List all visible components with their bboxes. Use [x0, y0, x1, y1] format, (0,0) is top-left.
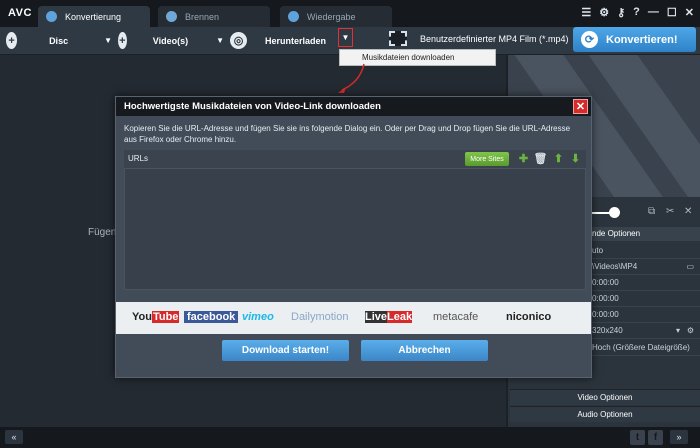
setting-row[interactable]: uto	[590, 243, 700, 259]
tab-wiedergabe[interactable]: Wiedergabe	[280, 6, 392, 27]
gear-icon[interactable]: ⚙	[687, 323, 694, 339]
folder-icon[interactable]: ▭	[686, 259, 694, 275]
settings-header: nde Optionen	[590, 227, 700, 241]
setting-row[interactable]: 0:00:00	[590, 275, 700, 291]
profile-label: Benutzerdefinierter MP4 Film (*.mp4)	[420, 34, 569, 44]
download-button[interactable]: ◎ Herunterladen	[230, 30, 336, 51]
supported-sites-bar: YouTube facebook vimeo Dailymotion LiveL…	[116, 302, 591, 334]
window-icons: ☰ ⚙ ⚷ ? — ☐ ✕	[581, 6, 694, 19]
youtube-logo: YouTube	[132, 311, 180, 323]
preview-controls: ⧉ ✂ ✕	[590, 200, 700, 225]
tab-label: Konvertierung	[65, 11, 122, 22]
audio-options-bar[interactable]: Audio Optionen	[510, 406, 700, 422]
collapse-left-button[interactable]: «	[5, 430, 23, 444]
add-url-icon[interactable]: ✚	[517, 152, 530, 165]
chevron-down-icon[interactable]: ▾	[676, 323, 680, 339]
chevron-down-icon[interactable]: ▼	[216, 36, 224, 45]
download-dialog: Hochwertigste Musikdateien von Video-Lin…	[115, 96, 592, 378]
tab-label: Wiedergabe	[307, 11, 356, 22]
setting-row[interactable]: Hoch (Größere Dateigröße)	[590, 340, 700, 356]
disc-add-icon: +	[6, 32, 18, 49]
snapshot-icon[interactable]: ⧉	[648, 206, 655, 217]
key-icon[interactable]: ⚷	[617, 6, 625, 19]
setting-row[interactable]: 0:00:00	[590, 291, 700, 307]
dialog-instructions: Kopieren Sie die URL-Adresse und fügen S…	[124, 124, 571, 144]
vimeo-logo: vimeo	[242, 311, 274, 323]
add-videos-button[interactable]: + Video(s) ▼	[118, 30, 224, 51]
videos-label: Video(s)	[152, 35, 189, 46]
profile-select[interactable]: Benutzerdefinierter MP4 Film (*.mp4) ▼	[420, 34, 585, 44]
close-icon[interactable]: ✕	[685, 6, 694, 19]
help-icon[interactable]: ?	[633, 6, 640, 19]
download-label: Herunterladen	[265, 35, 327, 46]
setting-value: \Videos\MP4	[592, 262, 638, 271]
app-logo: AVC	[8, 7, 32, 19]
globe-download-icon: ◎	[230, 32, 247, 49]
bottom-bar: « t f »	[0, 427, 700, 448]
setting-value: 320x240	[592, 326, 623, 335]
title-bar: AVC Konvertierung Brennen Wiedergabe ☰ ⚙…	[0, 0, 700, 27]
disc-tab-icon	[166, 11, 177, 22]
metacafe-logo: metacafe	[433, 311, 479, 323]
setting-row[interactable]: 0:00:00	[590, 307, 700, 323]
effects-icon[interactable]: ✕	[684, 206, 692, 217]
facebook-logo: facebook	[184, 311, 239, 323]
minimize-icon[interactable]: —	[648, 6, 659, 19]
convert-label: Konvertieren!	[606, 33, 678, 46]
convert-tab-icon	[46, 11, 57, 22]
download-dropdown-button[interactable]: ▼	[338, 28, 353, 47]
more-sites-button[interactable]: More Sites	[465, 152, 509, 166]
convert-button[interactable]: ⟳ Konvertieren!	[573, 27, 696, 52]
expand-right-button[interactable]: »	[670, 430, 688, 444]
maximize-icon[interactable]: ☐	[667, 6, 677, 19]
play-tab-icon	[288, 11, 299, 22]
urls-input-area[interactable]	[124, 168, 586, 290]
video-options-bar[interactable]: Video Optionen	[510, 389, 700, 405]
dailymotion-logo: Dailymotion	[291, 311, 349, 323]
twitter-icon[interactable]: t	[630, 430, 645, 445]
refresh-icon: ⟳	[581, 31, 598, 48]
disc-label: Disc	[49, 35, 69, 46]
menu-icon[interactable]: ☰	[581, 6, 591, 19]
dialog-title: Hochwertigste Musikdateien von Video-Lin…	[116, 97, 591, 116]
disc-button[interactable]: + Disc ▼	[6, 30, 112, 51]
dialog-close-button[interactable]: ✕	[573, 99, 588, 114]
cancel-button[interactable]: Abbrechen	[361, 340, 488, 361]
tab-label: Brennen	[185, 11, 220, 22]
setting-row[interactable]: 320x240 ▾ ⚙	[590, 323, 700, 339]
chevron-down-icon[interactable]: ▼	[104, 36, 112, 45]
facebook-icon[interactable]: f	[648, 430, 663, 445]
crop-icon[interactable]: ✂	[666, 206, 674, 217]
video-add-icon: +	[118, 32, 127, 49]
film-icon	[389, 31, 407, 46]
annotation-arrow-icon	[338, 63, 365, 93]
trash-icon[interactable]: 🗑	[534, 152, 548, 165]
niconico-logo: niconico	[506, 311, 552, 323]
volume-knob[interactable]	[609, 207, 620, 218]
start-download-button[interactable]: Download starten!	[222, 340, 349, 361]
move-down-icon[interactable]: ⬇	[569, 152, 582, 165]
drop-hint: Fügen	[88, 227, 117, 238]
liveleak-logo: LiveLeak	[365, 311, 413, 323]
tab-konvertierung[interactable]: Konvertierung	[38, 6, 150, 27]
setting-row[interactable]: \Videos\MP4 ▭	[590, 259, 700, 275]
move-up-icon[interactable]: ⬆	[552, 152, 565, 165]
tab-brennen[interactable]: Brennen	[158, 6, 270, 27]
gear-icon[interactable]: ⚙	[599, 6, 609, 19]
